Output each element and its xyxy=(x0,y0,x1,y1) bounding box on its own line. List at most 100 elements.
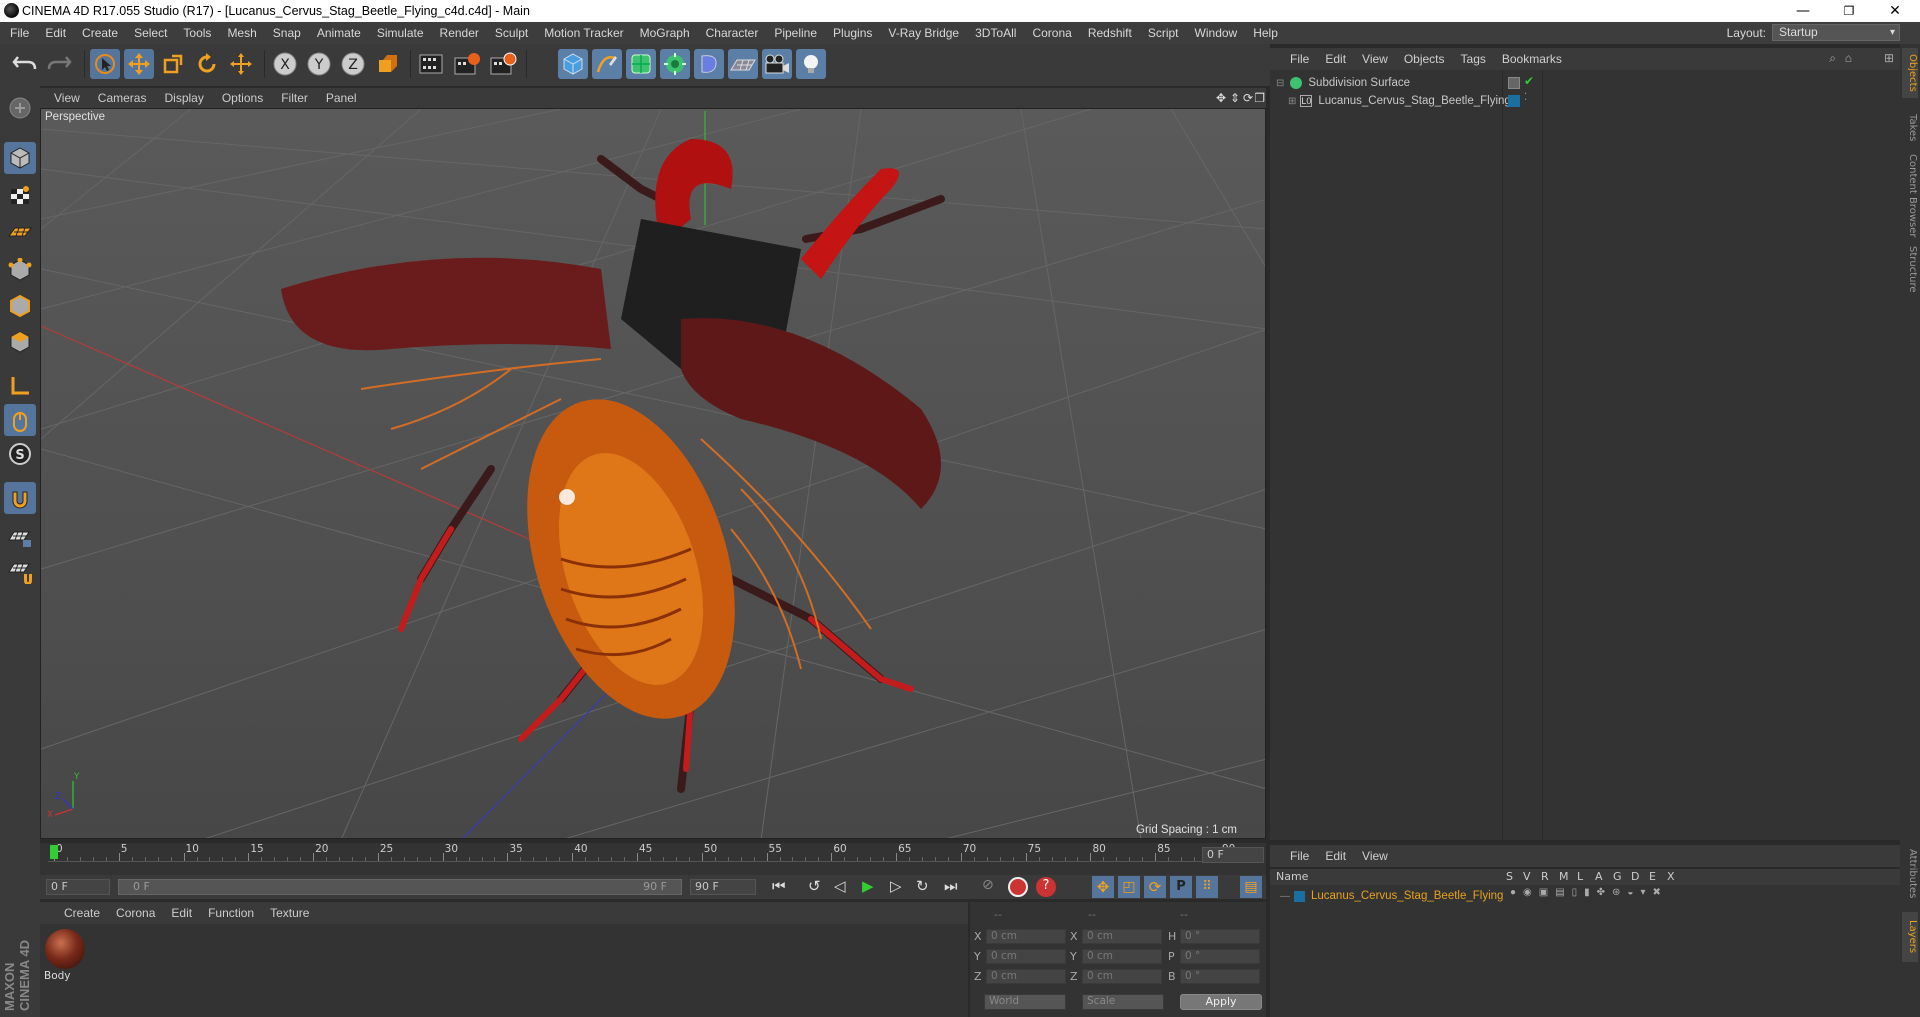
menu-script[interactable]: Script xyxy=(1140,26,1187,40)
grid-lock-icon[interactable] xyxy=(4,522,36,554)
viewport-menu-display[interactable]: Display xyxy=(155,91,212,105)
points-mode-icon[interactable] xyxy=(4,254,36,286)
viewport-zoom-icon[interactable]: ⇕ xyxy=(1230,91,1240,105)
polygons-mode-icon[interactable] xyxy=(4,326,36,358)
enable-axis-icon[interactable] xyxy=(4,370,36,402)
workplane-icon[interactable] xyxy=(4,216,36,248)
viewport-menu-panel[interactable]: Panel xyxy=(317,91,366,105)
close-button[interactable]: ✕ xyxy=(1872,0,1918,22)
play-forward-icon[interactable]: ▶ xyxy=(862,877,874,895)
object-menu-objects[interactable]: Objects xyxy=(1396,52,1453,66)
menu-corona[interactable]: Corona xyxy=(1024,26,1079,40)
current-frame-field[interactable]: 0 F xyxy=(1202,847,1264,863)
menu-file[interactable]: File xyxy=(0,26,37,40)
go-to-end-icon[interactable]: ⏭ xyxy=(944,877,958,895)
layer-flags-icons[interactable]: ●◉▣▤▯▮✤⊛◒▾✖ xyxy=(1510,887,1668,898)
coordinate-mode-dropdown[interactable]: World xyxy=(984,994,1066,1010)
material-body[interactable]: Body xyxy=(44,928,86,982)
material-menu-corona[interactable]: Corona xyxy=(108,906,163,920)
deformer-icon[interactable] xyxy=(694,49,724,79)
menu-3dtoall[interactable]: 3DToAll xyxy=(967,26,1024,40)
next-frame-icon[interactable]: ▷ xyxy=(890,877,902,895)
start-frame-field[interactable]: 0 F xyxy=(46,879,110,895)
make-editable-icon[interactable] xyxy=(4,92,36,124)
stag-beetle-model[interactable] xyxy=(281,139,945,793)
rotate-icon[interactable] xyxy=(192,49,222,79)
coord-pos-z-field[interactable]: 0 cm xyxy=(986,969,1066,984)
new-view-icon[interactable]: ⊞ xyxy=(1884,51,1894,65)
object-menu-bookmarks[interactable]: Bookmarks xyxy=(1494,52,1570,66)
material-menu-texture[interactable]: Texture xyxy=(262,906,317,920)
light-icon[interactable] xyxy=(796,49,826,79)
layer-menu-edit[interactable]: Edit xyxy=(1317,849,1354,863)
transform-mode-dropdown[interactable]: Scale xyxy=(1082,994,1164,1010)
viewport-menu-filter[interactable]: Filter xyxy=(272,91,317,105)
render-settings-icon[interactable] xyxy=(488,49,518,79)
keyframe-selection-icon[interactable]: ? xyxy=(1036,877,1056,897)
visibility-dots-icon[interactable]: ⁚ xyxy=(1524,92,1527,103)
cloner-icon[interactable] xyxy=(660,49,690,79)
coord-size-z-field[interactable]: 0 cm xyxy=(1082,969,1162,984)
object-menu-tags[interactable]: Tags xyxy=(1453,52,1494,66)
autokeying-icon[interactable] xyxy=(1008,877,1028,897)
object-row-subdivision-surface[interactable]: ⊟ Subdivision Surface ✔ xyxy=(1270,74,1900,92)
tab-structure[interactable]: Structure xyxy=(1902,244,1918,294)
perspective-viewport[interactable]: Y X Z Perspective Grid Spacing : 1 cm xyxy=(40,108,1266,839)
material-menu-edit[interactable]: Edit xyxy=(163,906,200,920)
previous-frame-icon[interactable]: ◁ xyxy=(834,877,846,895)
menu-help[interactable]: Help xyxy=(1245,26,1286,40)
texture-mode-icon[interactable] xyxy=(4,180,36,212)
object-menu-view[interactable]: View xyxy=(1354,52,1396,66)
timeline-playhead[interactable] xyxy=(50,845,58,859)
menu-snap[interactable]: Snap xyxy=(265,26,309,40)
viewport-maximize-icon[interactable]: ❐ xyxy=(1254,91,1265,105)
y-axis-lock-icon[interactable]: Y xyxy=(304,49,334,79)
record-keys-icon[interactable]: ⊘ xyxy=(982,877,994,893)
apply-button[interactable]: Apply xyxy=(1180,994,1262,1010)
restore-button[interactable]: ❐ xyxy=(1826,0,1872,22)
key-scale-icon[interactable]: ◰ xyxy=(1118,876,1140,898)
coord-rot-b-field[interactable]: 0 ° xyxy=(1180,969,1260,984)
menu-vray-bridge[interactable]: V-Ray Bridge xyxy=(880,26,967,40)
menu-render[interactable]: Render xyxy=(432,26,487,40)
home-icon[interactable]: ⌂ xyxy=(1845,51,1852,65)
workplane-lock-icon[interactable] xyxy=(4,556,36,588)
scale-icon[interactable] xyxy=(158,49,188,79)
coord-pos-y-field[interactable]: 0 cm xyxy=(986,949,1066,964)
previous-key-icon[interactable]: ↺ xyxy=(808,877,821,895)
next-key-icon[interactable]: ↻ xyxy=(916,877,929,895)
coord-rot-h-field[interactable]: 0 ° xyxy=(1180,929,1260,944)
layout-dropdown[interactable]: Startup xyxy=(1772,24,1900,41)
model-mode-icon[interactable] xyxy=(4,142,36,174)
tab-layers[interactable]: Layers xyxy=(1902,912,1918,962)
timeline-ruler[interactable]: 051015202530354045505560657075808590 0 F xyxy=(40,843,1266,875)
coordinate-system-icon[interactable] xyxy=(372,49,402,79)
collapse-toggle-icon[interactable]: ⊟ xyxy=(1276,78,1284,89)
timeline-window-icon[interactable]: ▤ xyxy=(1240,876,1262,898)
viewport-menu-cameras[interactable]: Cameras xyxy=(89,91,156,105)
snap-icon[interactable] xyxy=(4,482,36,514)
timeline-scale[interactable]: 051015202530354045505560657075808590 xyxy=(48,843,1235,863)
edges-mode-icon[interactable] xyxy=(4,290,36,322)
menu-edit[interactable]: Edit xyxy=(37,26,74,40)
menu-character[interactable]: Character xyxy=(698,26,767,40)
render-view-icon[interactable] xyxy=(416,49,446,79)
tab-content-browser[interactable]: Content Browser xyxy=(1902,154,1918,238)
coord-rot-p-field[interactable]: 0 ° xyxy=(1180,949,1260,964)
redo-icon[interactable] xyxy=(44,49,74,79)
x-axis-lock-icon[interactable]: X xyxy=(270,49,300,79)
object-row-beetle[interactable]: ⊞ L0 Lucanus_Cervus_Stag_Beetle_Flying ⁚ xyxy=(1270,92,1900,110)
tab-takes[interactable]: Takes xyxy=(1902,108,1918,148)
enabled-check-icon[interactable]: ✔ xyxy=(1524,74,1534,88)
key-parameter-icon[interactable]: P xyxy=(1170,876,1192,898)
coord-size-x-field[interactable]: 0 cm xyxy=(1082,929,1162,944)
object-menu-file[interactable]: File xyxy=(1270,52,1317,66)
tweak-mode-icon[interactable] xyxy=(4,404,36,436)
search-icon[interactable]: ⌕ xyxy=(1829,51,1836,66)
menu-mograph[interactable]: MoGraph xyxy=(632,26,698,40)
frame-range-slider[interactable]: 0 F 90 F xyxy=(118,879,682,895)
menu-create[interactable]: Create xyxy=(74,26,126,40)
recent-tool-icon[interactable] xyxy=(226,49,256,79)
cube-primitive-icon[interactable] xyxy=(558,49,588,79)
tab-objects[interactable]: Objects xyxy=(1902,48,1918,98)
